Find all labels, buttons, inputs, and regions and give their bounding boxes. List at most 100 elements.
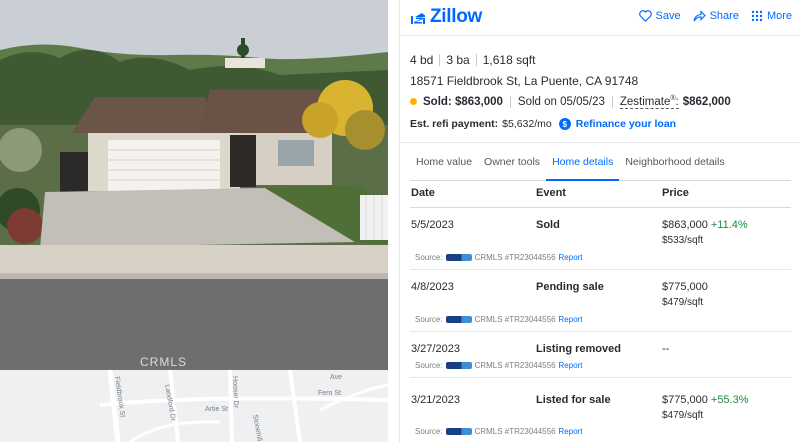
- divider: [509, 95, 511, 108]
- zestimate-label: Zestimate: [619, 95, 671, 108]
- crmls-logo-icon: [445, 254, 472, 261]
- listing-photo[interactable]: CRMLS: [0, 0, 388, 370]
- sale-status: Sold: $863,000 Sold on 05/05/23 Zestimat…: [410, 95, 731, 109]
- report-link[interactable]: Report: [559, 361, 583, 370]
- tab-owner-tools[interactable]: Owner tools: [478, 143, 546, 181]
- row-price-per-sqft: $479/sqft: [662, 410, 704, 421]
- row-source: Source: CRMLS #TR23044556 Report: [415, 427, 583, 436]
- share-button[interactable]: Share: [693, 10, 739, 22]
- row-event: Pending sale: [536, 281, 604, 293]
- refinance-link[interactable]: Refinance your loan: [576, 118, 676, 130]
- row-source: Source: CRMLS #TR23044556 Report: [415, 315, 583, 324]
- more-dots-icon: [751, 10, 763, 22]
- tab-home-value[interactable]: Home value: [410, 143, 478, 181]
- home-facts: 4 bd 3 ba 1,618 sqft: [410, 53, 535, 67]
- report-link[interactable]: Report: [559, 427, 583, 436]
- tab-bar: Home value Owner tools Home details Neig…: [410, 143, 791, 181]
- source-id: CRMLS #TR23044556: [474, 315, 556, 324]
- sold-date: Sold on 05/05/23: [517, 95, 605, 108]
- column-header-date: Date: [411, 187, 435, 199]
- tab-home-details[interactable]: Home details: [546, 143, 620, 181]
- row-price: $775,000: [662, 281, 711, 293]
- source-id: CRMLS #TR23044556: [474, 427, 556, 436]
- living-area: 1,618 sqft: [482, 53, 536, 67]
- source-label: Source:: [415, 427, 443, 436]
- table-row: 5/5/2023 Sold $863,000 +11.4% $533/sqft S…: [410, 208, 791, 270]
- row-price-per-sqft: $479/sqft: [662, 297, 704, 308]
- sold-price: Sold: $863,000: [423, 95, 503, 108]
- zestimate-colon: :: [675, 95, 679, 108]
- refi-value: $5,632/mo: [502, 118, 552, 130]
- row-price: $775,000 +55.3%: [662, 394, 749, 406]
- row-date: 3/27/2023: [411, 343, 460, 355]
- zillow-logo-icon: [411, 10, 425, 24]
- baths-count: 3 ba: [446, 53, 470, 67]
- price-history-header: Date Event Price: [410, 181, 791, 208]
- share-icon: [693, 10, 706, 22]
- share-label: Share: [709, 10, 739, 22]
- column-header-price: Price: [662, 187, 689, 199]
- row-price: --: [662, 343, 672, 355]
- price-value: $775,000: [662, 281, 708, 293]
- row-source: Source: CRMLS #TR23044556 Report: [415, 253, 583, 262]
- more-label: More: [766, 10, 792, 22]
- source-id: CRMLS #TR23044556: [474, 253, 556, 262]
- divider: [611, 95, 613, 108]
- column-header-event: Event: [536, 187, 566, 199]
- table-row: 4/8/2023 Pending sale $775,000 $479/sqft…: [410, 270, 791, 332]
- row-price: $863,000 +11.4%: [662, 219, 748, 231]
- report-link[interactable]: Report: [559, 253, 583, 262]
- source-id: CRMLS #TR23044556: [474, 361, 556, 370]
- zillow-logo[interactable]: Zillow: [410, 6, 482, 28]
- report-link[interactable]: Report: [559, 315, 583, 324]
- source-label: Source:: [415, 361, 443, 370]
- row-price-per-sqft: $533/sqft: [662, 235, 704, 246]
- save-button[interactable]: Save: [638, 10, 681, 22]
- row-date: 5/5/2023: [411, 219, 454, 231]
- source-label: Source:: [415, 315, 443, 324]
- status-dot-icon: [410, 98, 417, 106]
- house-photo-image: [0, 0, 388, 370]
- details-card: Home value Owner tools Home details Neig…: [400, 142, 800, 442]
- source-label: Source:: [415, 253, 443, 262]
- row-event: Sold: [536, 219, 560, 231]
- heart-icon: [638, 10, 652, 22]
- price-change: +11.4%: [710, 219, 748, 231]
- zestimate-value: $862,000: [682, 95, 731, 108]
- beds-count: 4 bd: [410, 53, 434, 67]
- photo-watermark: CRMLS: [140, 355, 188, 369]
- map-street-label: Ave: [330, 374, 342, 381]
- top-bar: Zillow Save Share More: [400, 0, 800, 36]
- listing-panel: Zillow Save Share More 4 bd 3 ba 1,618 s…: [399, 0, 800, 442]
- location-map[interactable]: Fieldbrook St Landford Dr Hooser Dr Arti…: [0, 370, 388, 442]
- table-row: 3/27/2023 Listing removed -- Source: CRM…: [410, 332, 791, 378]
- map-street-label: Hooser Dr: [231, 376, 240, 409]
- price-value: $863,000: [662, 219, 708, 231]
- row-date: 3/21/2023: [411, 394, 460, 406]
- dollar-icon: $: [558, 118, 571, 130]
- crmls-logo-icon: [445, 316, 472, 323]
- divider: [475, 54, 477, 66]
- price-value: --: [662, 343, 670, 355]
- row-event: Listing removed: [536, 343, 621, 355]
- more-button[interactable]: More: [751, 10, 792, 22]
- crmls-logo-icon: [445, 428, 472, 435]
- save-label: Save: [655, 10, 681, 22]
- row-source: Source: CRMLS #TR23044556 Report: [415, 361, 583, 370]
- refi-label: Est. refi payment:: [410, 118, 499, 130]
- table-row: 3/21/2023 Listed for sale $775,000 +55.3%…: [410, 378, 791, 440]
- row-event: Listed for sale: [536, 394, 611, 406]
- crmls-logo-icon: [445, 362, 472, 369]
- refi-row: Est. refi payment: $5,632/mo $ Refinance…: [410, 118, 676, 130]
- map-street-label: Artie St: [205, 406, 228, 413]
- property-address: 18571 Fieldbrook St, La Puente, CA 91748: [410, 74, 639, 88]
- price-change: +55.3%: [710, 394, 749, 406]
- logo-text: Zillow: [430, 6, 483, 27]
- divider: [439, 54, 441, 66]
- map-street-label: Fern St: [318, 390, 341, 397]
- row-date: 4/8/2023: [411, 281, 454, 293]
- price-value: $775,000: [662, 394, 708, 406]
- zestimate-link[interactable]: Zestimate®:: [619, 95, 679, 109]
- media-column: CRMLS Fieldbrook St Landford Dr Hooser D…: [0, 0, 388, 442]
- tab-neighborhood-details[interactable]: Neighborhood details: [619, 143, 730, 181]
